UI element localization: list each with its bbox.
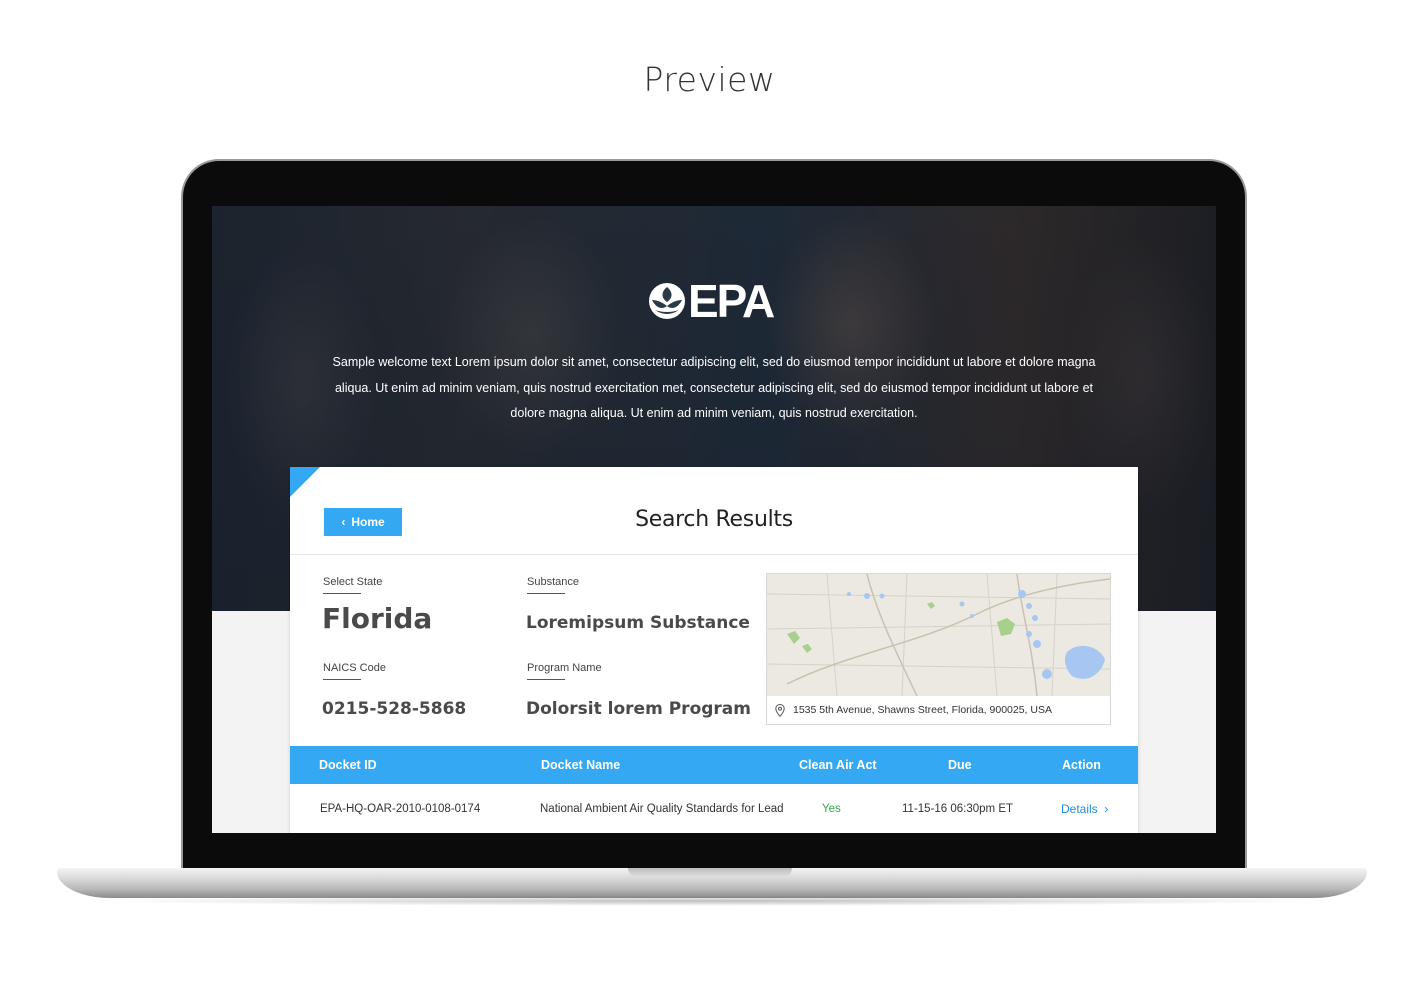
laptop-notch: [628, 868, 792, 877]
preview-title: Preview: [643, 60, 776, 99]
header-due[interactable]: Due: [948, 746, 972, 784]
header-action[interactable]: Action: [1062, 746, 1101, 784]
page-title: Search Results: [635, 507, 793, 532]
location-map[interactable]: 1535 5th Avenue, Shawns Street, Florida,…: [766, 573, 1111, 725]
epa-logo-text: EPA: [688, 275, 775, 327]
details-link-label: Details: [1061, 802, 1098, 816]
location-pin-icon: [775, 703, 785, 717]
cell-docket-id: EPA-HQ-OAR-2010-0108-0174: [320, 803, 481, 815]
map-image[interactable]: [767, 574, 1110, 696]
program-label: Program Name: [527, 662, 602, 680]
screen: EPA Sample welcome text Lorem ipsum dolo…: [212, 206, 1216, 833]
card-corner-accent: [290, 467, 320, 497]
chevron-right-icon: ›: [1101, 802, 1109, 816]
laptop-shadow: [90, 896, 1330, 906]
map-address: 1535 5th Avenue, Shawns Street, Florida,…: [793, 704, 1052, 716]
welcome-text: Sample welcome text Lorem ipsum dolor si…: [332, 355, 1096, 420]
program-value: Dolorsit lorem Program: [526, 699, 751, 719]
substance-label: Substance: [527, 576, 579, 594]
header-docket-id[interactable]: Docket ID: [319, 746, 377, 784]
cell-docket-name: National Ambient Air Quality Standards f…: [540, 803, 784, 815]
header-docket-name[interactable]: Docket Name: [541, 746, 620, 784]
results-table-header: Docket ID Docket Name Clean Air Act Due …: [290, 746, 1138, 784]
search-results-card: ‹ Home Search Results Select State Flori…: [290, 467, 1138, 833]
naics-value: 0215-528-5868: [322, 699, 467, 719]
table-row: EPA-HQ-OAR-2010-0108-0174 National Ambie…: [290, 784, 1138, 833]
cell-clean-air-act: Yes: [822, 803, 841, 815]
epa-flower-icon: [648, 282, 686, 320]
cell-due: 11-15-16 06:30pm ET: [902, 803, 1014, 815]
naics-label: NAICS Code: [323, 662, 386, 680]
header-clean-air-act[interactable]: Clean Air Act: [799, 746, 877, 784]
map-address-bar: 1535 5th Avenue, Shawns Street, Florida,…: [767, 696, 1110, 724]
substance-value: Loremipsum Substance: [526, 613, 750, 633]
divider: [290, 554, 1138, 555]
epa-logo[interactable]: EPA: [648, 275, 775, 327]
details-link[interactable]: Details ›: [1061, 784, 1108, 833]
state-value: Florida: [322, 602, 433, 635]
state-label: Select State: [323, 576, 382, 594]
